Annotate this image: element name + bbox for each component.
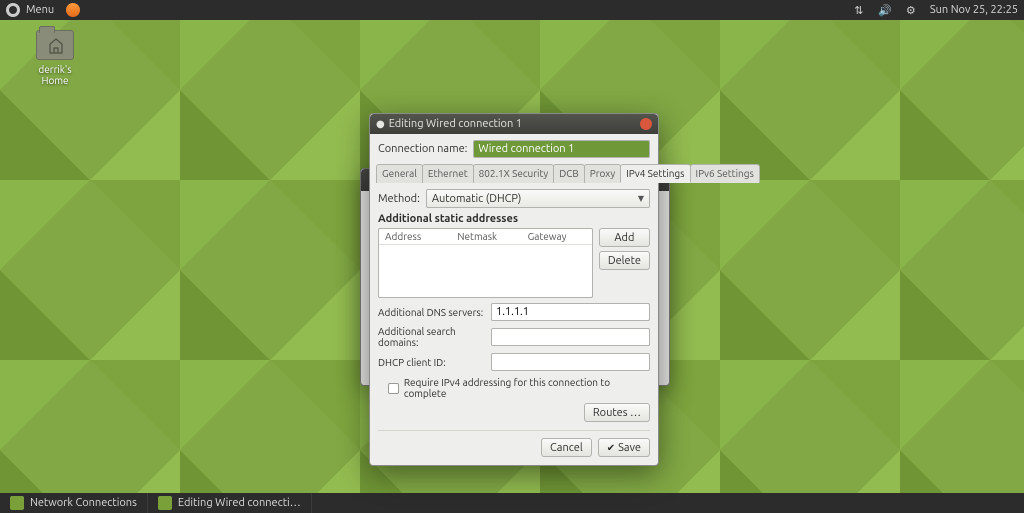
network-tray-icon[interactable]: ⇅ (846, 0, 872, 20)
connection-name-label: Connection name: (378, 143, 467, 155)
tab-proxy[interactable]: Proxy (584, 164, 621, 183)
tab-ipv4[interactable]: IPv4 Settings (620, 164, 690, 183)
method-value: Automatic (DHCP) (432, 193, 522, 205)
cancel-button[interactable]: Cancel (541, 438, 592, 457)
dns-servers-input[interactable] (491, 303, 650, 321)
col-gateway: Gateway (522, 231, 592, 242)
col-address: Address (379, 231, 451, 242)
app-icon (10, 496, 24, 510)
method-label: Method: (378, 193, 420, 205)
edit-connection-dialog: ● Editing Wired connection 1 Connection … (369, 113, 659, 466)
folder-icon (36, 30, 74, 60)
tab-8021x[interactable]: 802.1X Security (473, 164, 555, 183)
search-domains-input[interactable] (491, 328, 650, 346)
dialog-titlebar[interactable]: ● Editing Wired connection 1 (370, 114, 658, 134)
add-address-button[interactable]: Add (599, 228, 650, 247)
tab-general[interactable]: General (376, 164, 423, 183)
dhcp-client-id-input[interactable] (491, 353, 650, 371)
bottom-panel: Network Connections Editing Wired connec… (0, 493, 1024, 513)
col-netmask: Netmask (451, 231, 521, 242)
distro-logo-icon (6, 3, 20, 17)
addresses-section-title: Additional static addresses (378, 213, 650, 225)
settings-tray-icon[interactable]: ⚙ (898, 0, 924, 20)
tab-dcb[interactable]: DCB (553, 164, 585, 183)
addresses-header-row: Address Netmask Gateway (379, 229, 592, 245)
dialog-title: Editing Wired connection 1 (389, 118, 522, 130)
routes-button[interactable]: Routes … (584, 403, 650, 422)
menu-label: Menu (26, 4, 54, 16)
volume-tray-icon[interactable]: 🔊 (872, 0, 898, 20)
addresses-table[interactable]: Address Netmask Gateway (378, 228, 593, 298)
tab-bar: General Ethernet 802.1X Security DCB Pro… (376, 163, 652, 183)
app-indicator-icon: ● (376, 118, 385, 130)
close-icon[interactable] (640, 118, 652, 130)
save-button[interactable]: ✔Save (598, 438, 650, 457)
delete-address-button[interactable]: Delete (599, 251, 650, 270)
taskbar-item-network-connections[interactable]: Network Connections (0, 493, 148, 513)
top-panel: Menu ⇅ 🔊 ⚙ Sun Nov 25, 22:25 (0, 0, 1024, 20)
tab-ethernet[interactable]: Ethernet (422, 164, 474, 183)
search-domains-label: Additional search domains: (378, 326, 485, 348)
tab-ipv6[interactable]: IPv6 Settings (690, 164, 760, 183)
home-folder-desktop-icon[interactable]: derrik's Home (25, 30, 85, 86)
firefox-icon (66, 3, 80, 17)
method-combobox[interactable]: Automatic (DHCP) ▼ (426, 189, 650, 208)
require-ipv4-checkbox[interactable] (388, 383, 399, 394)
dhcp-client-id-label: DHCP client ID: (378, 357, 485, 368)
taskbar-item-editing-connection[interactable]: Editing Wired connecti… (148, 493, 312, 513)
connection-name-input[interactable] (473, 140, 650, 158)
app-icon (158, 496, 172, 510)
require-ipv4-label: Require IPv4 addressing for this connect… (404, 377, 650, 399)
check-icon: ✔ (607, 442, 615, 454)
clock[interactable]: Sun Nov 25, 22:25 (924, 0, 1024, 20)
firefox-launcher[interactable] (60, 0, 86, 20)
menu-button[interactable]: Menu (0, 0, 60, 20)
desktop-icon-label: derrik's Home (25, 64, 85, 86)
dns-servers-label: Additional DNS servers: (378, 307, 485, 318)
chevron-down-icon: ▼ (638, 194, 644, 203)
